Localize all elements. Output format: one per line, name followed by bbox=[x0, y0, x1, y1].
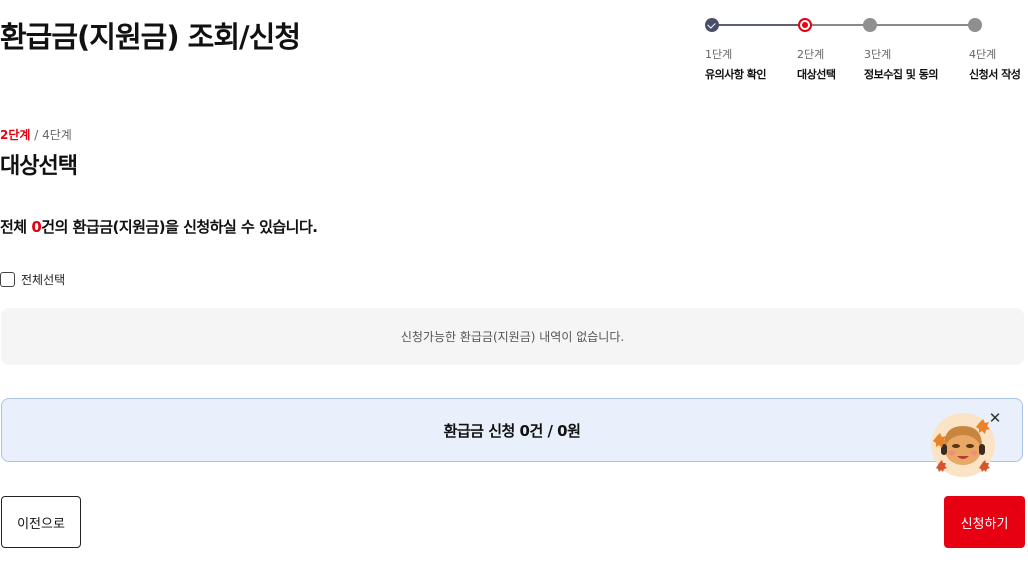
summary-text: 전체 0건의 환급금(지원금)을 신청하실 수 있습니다. bbox=[0, 216, 318, 237]
summary-suffix: 건의 환급금(지원금)을 신청하실 수 있습니다. bbox=[41, 218, 318, 236]
section-title: 대상선택 bbox=[0, 154, 78, 179]
total-summary-text: 환급금 신청 0건 / 0원 bbox=[443, 421, 581, 440]
step-1-check-icon bbox=[705, 18, 719, 32]
stepper-line-3 bbox=[870, 24, 975, 26]
current-step: 2단계 bbox=[0, 128, 31, 142]
step-3-number: 3단계 bbox=[864, 48, 892, 61]
stepper-line-1 bbox=[712, 24, 805, 26]
step-3-name: 정보수집 및 동의 bbox=[864, 68, 939, 81]
prev-button[interactable]: 이전으로 bbox=[1, 496, 81, 548]
total-summary-box: 환급금 신청 0건 / 0원 bbox=[1, 398, 1023, 462]
step-4-name: 신청서 작성 bbox=[969, 68, 1021, 81]
stepper: 1단계 2단계 3단계 4단계 유의사항 확인 대상선택 정보수집 및 동의 신… bbox=[704, 16, 1028, 86]
step-1-number: 1단계 bbox=[705, 48, 733, 61]
empty-state: 신청가능한 환급금(지원금) 내역이 없습니다. bbox=[1, 308, 1024, 365]
step-2-name: 대상선택 bbox=[797, 68, 836, 81]
summary-count: 0 bbox=[31, 218, 42, 236]
step-4-number: 4단계 bbox=[969, 48, 997, 61]
step-3-dot-icon bbox=[863, 18, 877, 32]
apply-button[interactable]: 신청하기 bbox=[944, 496, 1025, 548]
step-1-name: 유의사항 확인 bbox=[705, 68, 767, 81]
select-all[interactable]: 전체선택 bbox=[0, 271, 65, 288]
summary-prefix: 전체 bbox=[0, 218, 32, 236]
select-all-label: 전체선택 bbox=[21, 273, 66, 287]
step-4-dot-icon bbox=[968, 18, 982, 32]
step-2-current-icon bbox=[798, 18, 812, 32]
empty-state-message: 신청가능한 환급금(지원금) 내역이 없습니다. bbox=[400, 330, 625, 344]
step-progress: 2단계 / 4단계 bbox=[0, 126, 72, 143]
select-all-checkbox[interactable] bbox=[0, 272, 15, 287]
total-steps: 4단계 bbox=[42, 128, 72, 142]
step-2-number: 2단계 bbox=[797, 48, 825, 61]
step-separator: / bbox=[30, 128, 43, 142]
page-title: 환급금(지원금) 조회/신청 bbox=[0, 20, 301, 54]
close-icon[interactable]: ✕ bbox=[986, 409, 1004, 427]
stepper-line-2 bbox=[805, 24, 870, 26]
